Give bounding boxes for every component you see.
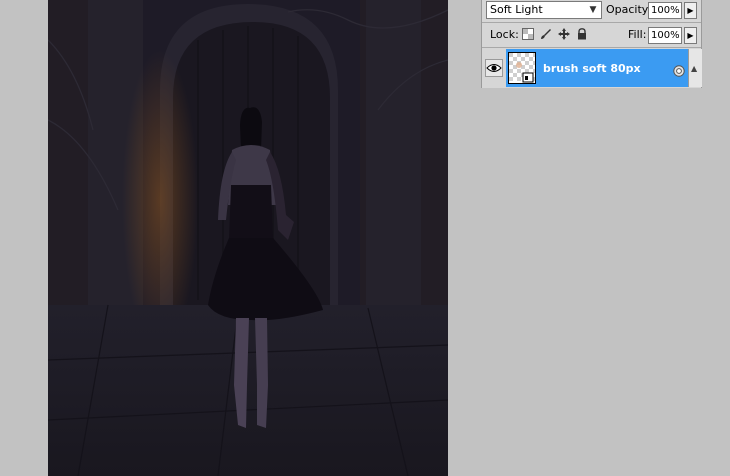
fill-field[interactable]: 100% bbox=[648, 27, 682, 44]
document-canvas[interactable] bbox=[48, 0, 448, 476]
divider bbox=[482, 22, 701, 23]
chevron-down-icon: ▼ bbox=[589, 5, 597, 15]
fill-label: Fill: bbox=[628, 28, 647, 41]
canvas-image bbox=[48, 0, 448, 476]
layer-row[interactable]: brush soft 80px ▲ bbox=[482, 49, 702, 88]
lock-transparent-pixels-icon[interactable] bbox=[522, 28, 534, 40]
opacity-field[interactable]: 100% bbox=[648, 2, 682, 19]
blend-mode-dropdown[interactable]: Soft Light ▼ bbox=[486, 1, 602, 19]
eye-visibility-icon[interactable] bbox=[485, 59, 503, 77]
divider bbox=[482, 47, 701, 48]
lock-row: Lock: Fill: 100% ▶ bbox=[482, 24, 701, 46]
scroll-up-arrow-icon[interactable]: ▲ bbox=[691, 64, 697, 73]
lock-image-pixels-brush-icon[interactable] bbox=[540, 28, 552, 40]
lock-label: Lock: bbox=[490, 28, 519, 41]
layer-name[interactable]: brush soft 80px bbox=[543, 62, 641, 75]
opacity-label: Opacity: bbox=[606, 3, 652, 16]
layers-scrollbar[interactable]: ▲ bbox=[688, 49, 702, 87]
opacity-slider-button[interactable]: ▶ bbox=[684, 2, 697, 19]
lock-position-move-icon[interactable] bbox=[558, 28, 570, 40]
layer-style-indicator-icon[interactable] bbox=[673, 65, 685, 77]
layer-thumbnail[interactable] bbox=[508, 52, 536, 84]
blend-mode-value: Soft Light bbox=[490, 3, 543, 16]
transparency-checker-thumbnail-icon bbox=[509, 53, 535, 83]
layers-panel: Soft Light ▼ Opacity: 100% ▶ Lock: Fill: bbox=[481, 0, 702, 88]
blend-row: Soft Light ▼ Opacity: 100% ▶ bbox=[482, 0, 701, 22]
fill-slider-button[interactable]: ▶ bbox=[684, 27, 697, 44]
lock-all-padlock-icon[interactable] bbox=[576, 28, 588, 40]
